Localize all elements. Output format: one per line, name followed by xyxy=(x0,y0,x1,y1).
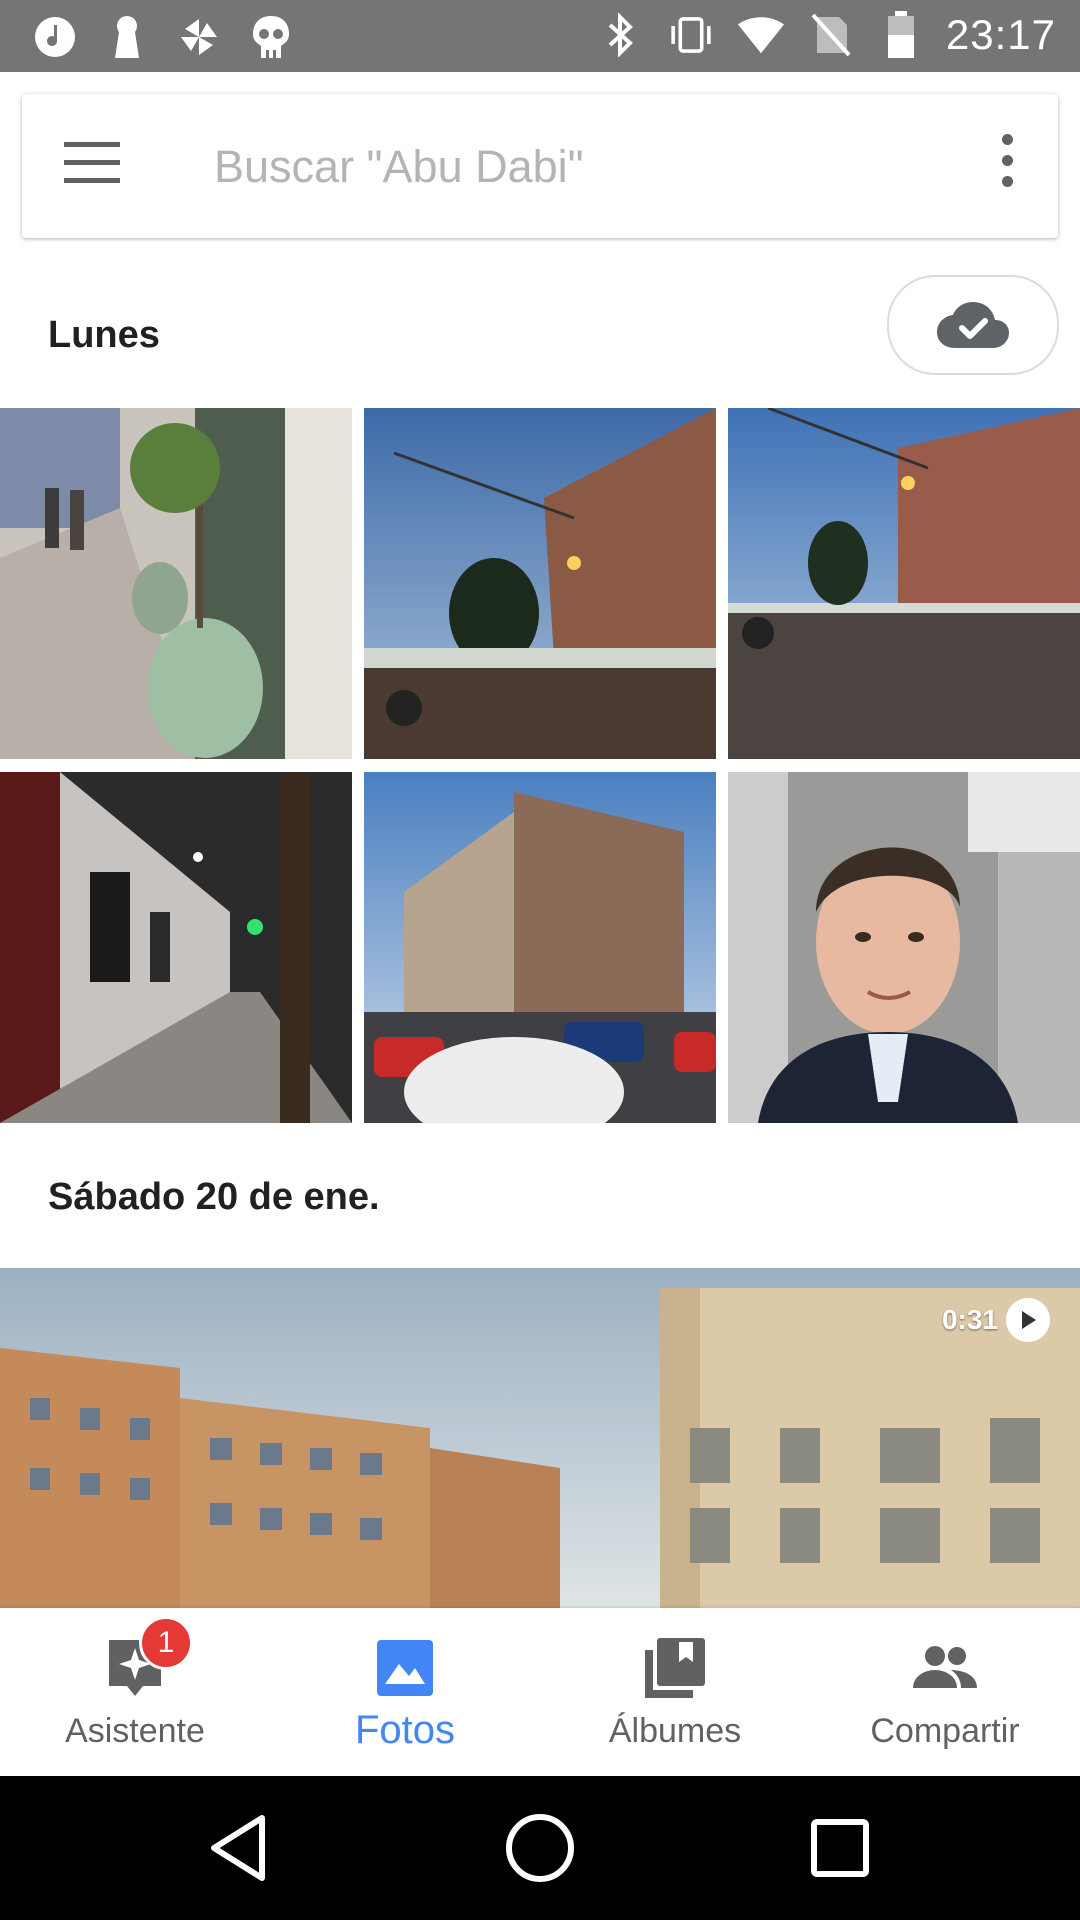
video-thumbnail[interactable]: 0:31 xyxy=(0,1268,1080,1608)
nav-label-albums: Álbumes xyxy=(608,1712,742,1750)
skull-icon xyxy=(246,12,296,62)
no-sim-icon xyxy=(806,10,856,60)
nav-label-photos: Fotos xyxy=(354,1708,456,1752)
nav-label-assistant: Asistente xyxy=(65,1712,205,1750)
back-icon xyxy=(211,1815,265,1881)
keyhole-icon xyxy=(102,12,152,62)
status-bar: 23:17 xyxy=(0,0,1080,72)
search-input[interactable] xyxy=(212,138,916,196)
photo-thumbnail[interactable] xyxy=(0,772,352,1123)
people-icon xyxy=(913,1646,977,1688)
photo-thumbnail[interactable] xyxy=(728,772,1080,1123)
recents-button[interactable] xyxy=(800,1808,880,1888)
home-icon xyxy=(506,1814,574,1882)
nav-label-share: Compartir xyxy=(870,1712,1020,1750)
vibrate-icon xyxy=(666,10,716,60)
section-title-sabado: Sábado 20 de ene. xyxy=(48,1176,380,1218)
status-time: 23:17 xyxy=(945,11,1056,58)
search-bar xyxy=(22,94,1058,238)
pinwheel-icon xyxy=(174,12,224,62)
play-icon xyxy=(1006,1298,1050,1342)
wifi-icon xyxy=(736,10,786,60)
photo-thumbnail[interactable] xyxy=(364,408,716,759)
nav-item-albums[interactable]: Álbumes xyxy=(540,1608,810,1776)
nav-item-share[interactable]: Compartir xyxy=(810,1608,1080,1776)
albums-icon xyxy=(645,1638,705,1698)
photo-thumbnail[interactable] xyxy=(364,772,716,1123)
video-duration: 0:31 xyxy=(942,1298,1050,1342)
video-duration-label: 0:31 xyxy=(941,1304,998,1335)
photo-thumbnail[interactable] xyxy=(0,408,352,759)
backup-status-button[interactable] xyxy=(887,275,1059,375)
home-button[interactable] xyxy=(500,1808,580,1888)
cloud-done-icon xyxy=(937,302,1009,348)
nav-item-assistant[interactable]: 1 Asistente xyxy=(0,1608,270,1776)
bottom-navigation: 1 Asistente Fotos Álbumes Compartir xyxy=(0,1608,1080,1776)
back-button[interactable] xyxy=(200,1808,280,1888)
system-navigation-bar xyxy=(0,1776,1080,1920)
notification-badge: 1 xyxy=(139,1616,193,1670)
bluetooth-icon xyxy=(596,10,646,60)
more-options-icon[interactable] xyxy=(982,134,1032,198)
nav-item-photos[interactable]: Fotos xyxy=(270,1608,540,1776)
battery-icon xyxy=(876,10,926,60)
photo-icon xyxy=(377,1640,433,1696)
menu-icon[interactable] xyxy=(64,142,120,190)
music-icon xyxy=(30,12,80,62)
recents-icon xyxy=(811,1819,869,1877)
photo-thumbnail[interactable] xyxy=(728,408,1080,759)
section-title-lunes: Lunes xyxy=(48,314,160,356)
